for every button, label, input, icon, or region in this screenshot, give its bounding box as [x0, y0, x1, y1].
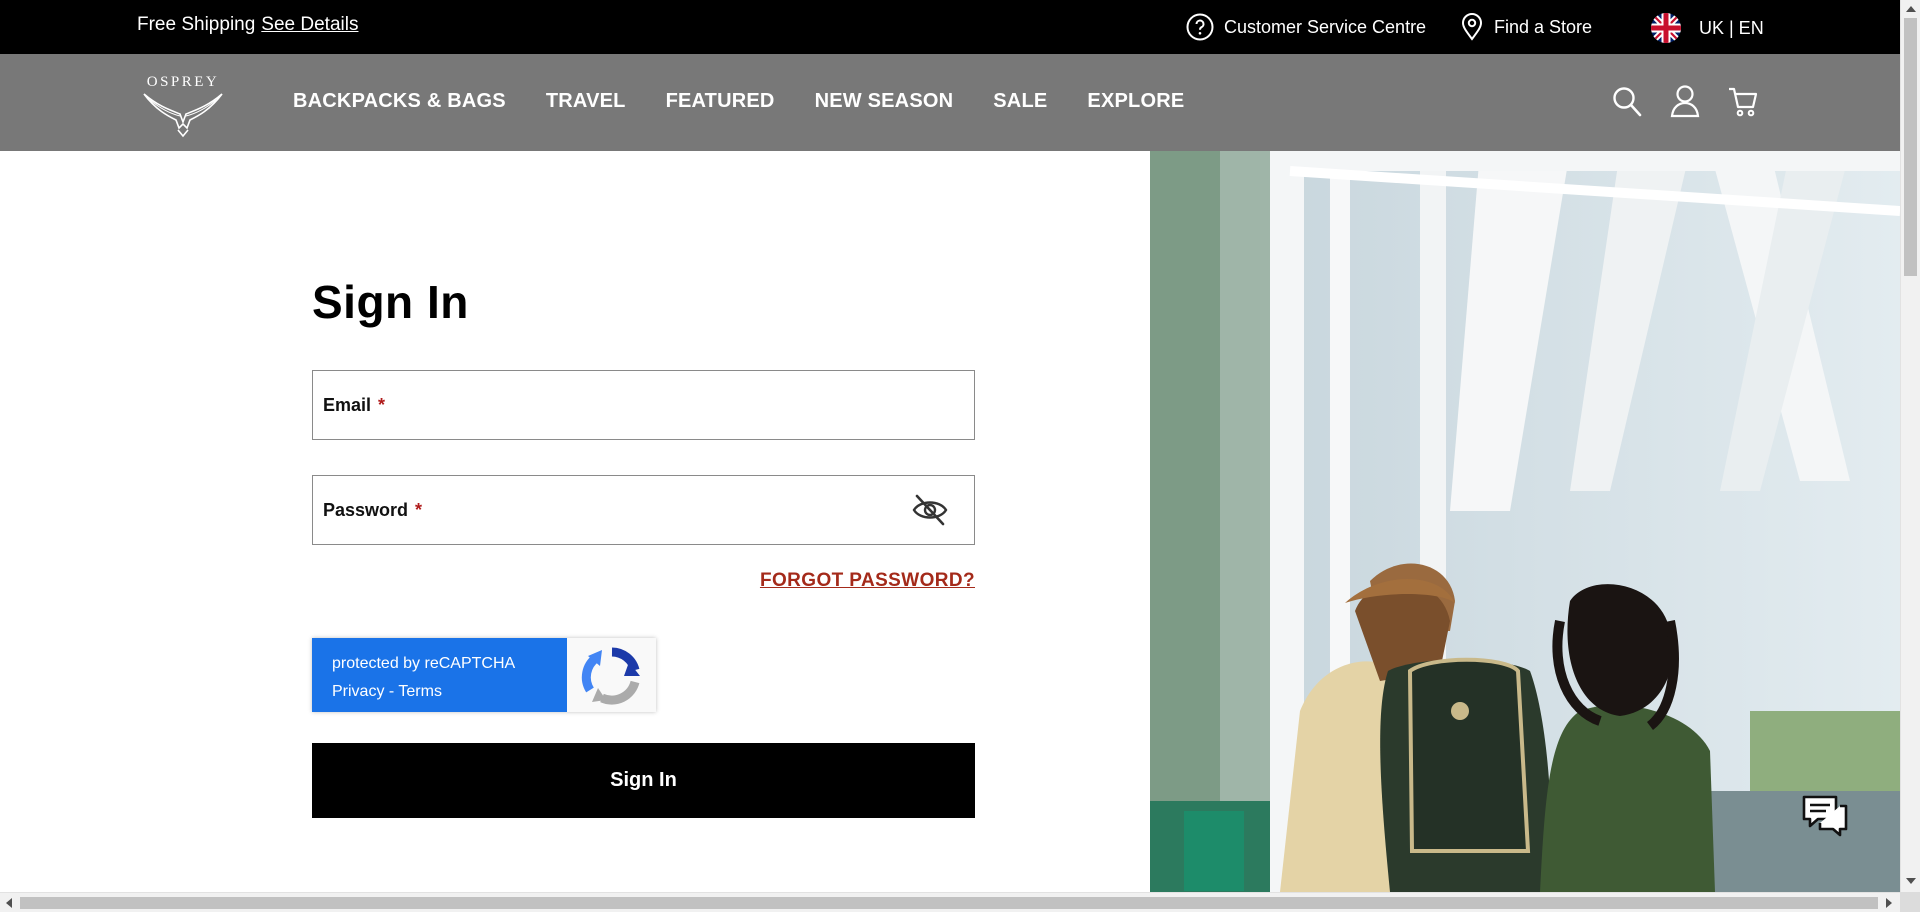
recaptcha-terms-link[interactable]: Terms [398, 683, 442, 700]
recaptcha-logo-icon [580, 646, 644, 706]
password-field[interactable]: Password * [312, 475, 975, 545]
primary-menu: BACKPACKS & BAGS TRAVEL FEATURED NEW SEA… [293, 90, 1184, 113]
nav-item-explore[interactable]: EXPLORE [1087, 90, 1184, 113]
nav-item-sale[interactable]: SALE [993, 90, 1047, 113]
customer-service-link[interactable]: Customer Service Centre [1186, 13, 1426, 41]
locale-selector[interactable]: UK | EN [1651, 13, 1764, 43]
page-title: Sign In [312, 276, 469, 328]
email-input[interactable] [313, 371, 974, 439]
location-pin-icon [1461, 13, 1483, 41]
main-navigation: OSPREY BACKPACKS & BAGS TRAVEL FEATURED … [0, 54, 1900, 151]
scroll-down-arrow-icon[interactable] [1906, 878, 1916, 884]
search-icon[interactable] [1612, 84, 1642, 118]
find-store-label: Find a Store [1494, 16, 1593, 37]
nav-item-new-season[interactable]: NEW SEASON [815, 90, 954, 113]
recaptcha-privacy-link[interactable]: Privacy [332, 683, 384, 700]
horizontal-scroll-thumb[interactable] [20, 897, 1878, 909]
osprey-logo[interactable]: OSPREY [140, 70, 226, 140]
scroll-right-arrow-icon[interactable] [1886, 898, 1892, 908]
sign-in-button[interactable]: Sign In [312, 743, 975, 818]
svg-text:OSPREY: OSPREY [147, 74, 220, 90]
locale-label: UK | EN [1699, 17, 1764, 38]
shipping-text: Free Shipping [137, 14, 256, 35]
help-circle-icon [1186, 13, 1214, 41]
recaptcha-badge: protected by reCAPTCHA Privacy - Terms [312, 638, 656, 712]
vertical-scrollbar[interactable] [1900, 0, 1920, 892]
recaptcha-separator: - [384, 683, 399, 700]
account-icon[interactable] [1670, 84, 1700, 118]
eye-off-icon[interactable] [911, 492, 949, 528]
vertical-scroll-thumb[interactable] [1904, 18, 1917, 276]
nav-item-backpacks-bags[interactable]: BACKPACKS & BAGS [293, 90, 506, 113]
forgot-password-link[interactable]: FORGOT PASSWORD? [760, 570, 975, 592]
password-input[interactable] [313, 476, 974, 544]
chat-icon[interactable] [1800, 793, 1850, 841]
horizontal-scrollbar[interactable] [0, 892, 1900, 912]
cart-icon[interactable] [1728, 84, 1758, 118]
nav-item-featured[interactable]: FEATURED [666, 90, 775, 113]
scroll-left-arrow-icon[interactable] [6, 898, 12, 908]
nav-item-travel[interactable]: TRAVEL [546, 90, 626, 113]
nav-icons [1612, 84, 1758, 118]
recaptcha-label: protected by reCAPTCHA [332, 655, 516, 672]
hero-image [1150, 151, 1900, 892]
email-field[interactable]: Email * [312, 370, 975, 440]
customer-service-label: Customer Service Centre [1224, 16, 1427, 37]
page-content: Sign In Email * Password * FORGOT PASSWORD… [0, 151, 1900, 892]
find-store-link[interactable]: Find a Store [1460, 13, 1592, 41]
uk-flag-icon [1651, 13, 1681, 43]
top-utility-bar: Free Shipping See Details Customer Servic… [0, 0, 1900, 54]
shipping-promo: Free Shipping See Details [137, 14, 358, 36]
scrollbar-corner [1900, 892, 1920, 912]
recaptcha-text-panel: protected by reCAPTCHA Privacy - Terms [312, 638, 567, 712]
see-details-link[interactable]: See Details [261, 14, 358, 35]
scroll-up-arrow-icon[interactable] [1906, 6, 1916, 12]
